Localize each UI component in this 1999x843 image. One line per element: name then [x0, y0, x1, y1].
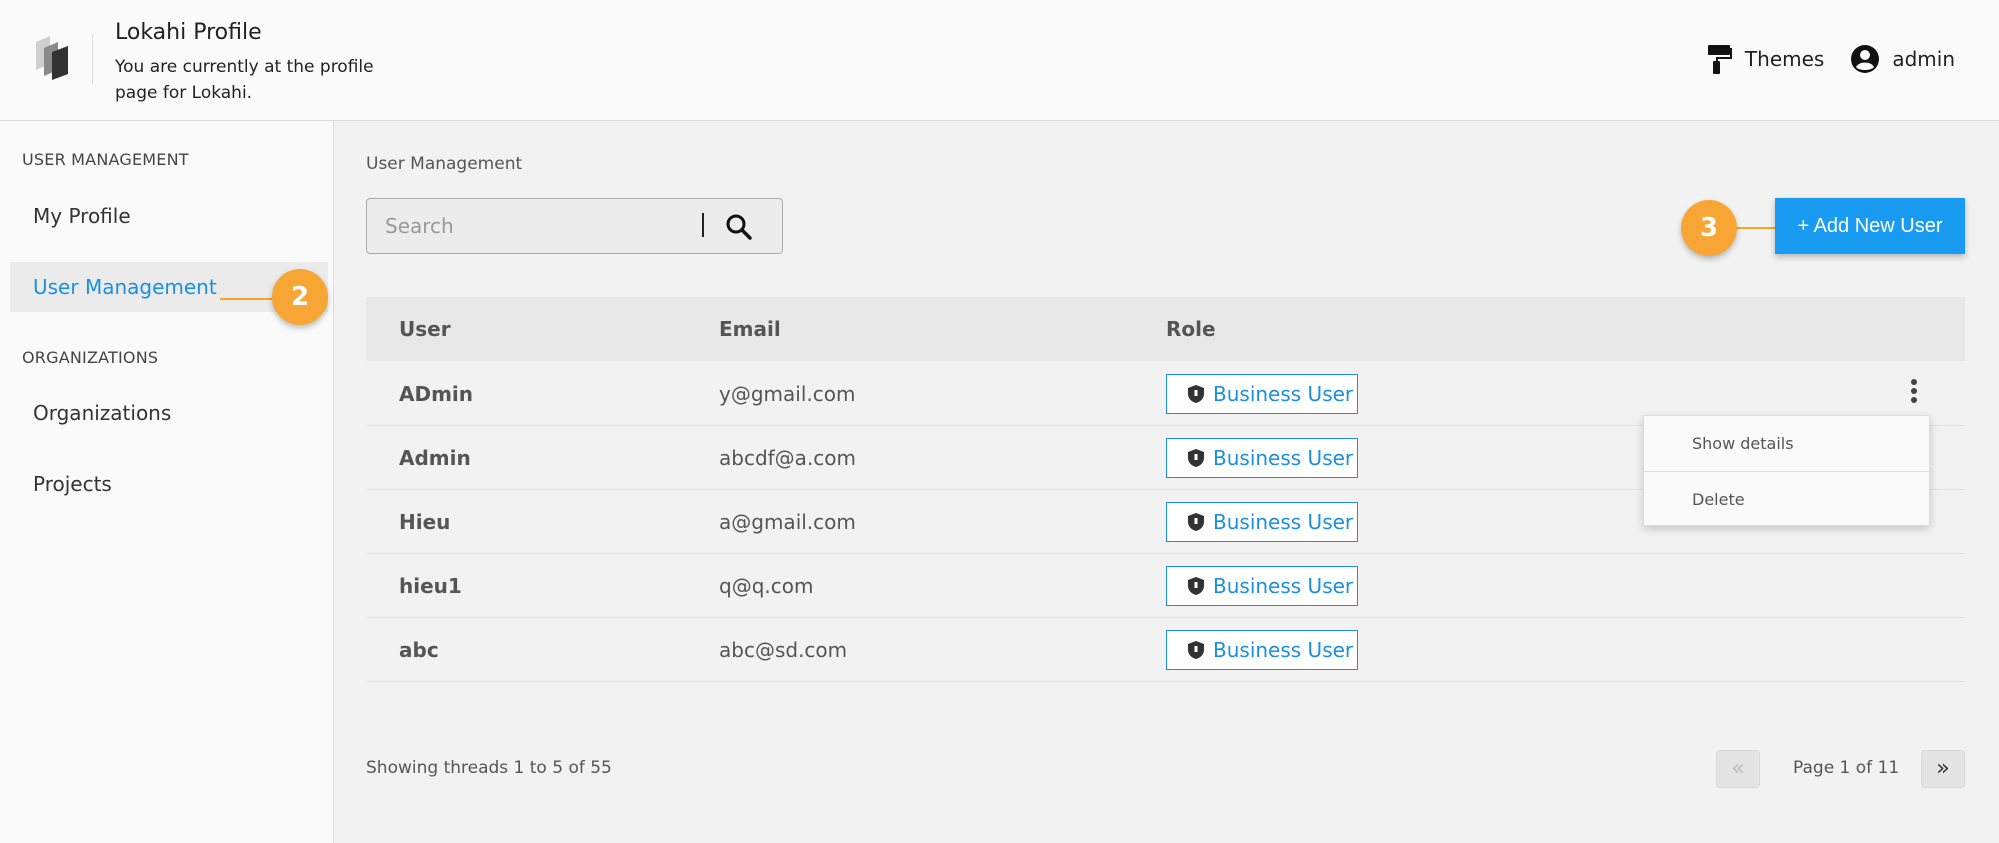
breadcrumb: User Management [366, 154, 523, 174]
app-header: Lokahi Profile You are currently at the … [0, 0, 1999, 121]
search-icon[interactable] [723, 211, 755, 243]
user-label: admin [1892, 47, 1955, 71]
themes-label: Themes [1744, 47, 1825, 71]
pagination-next-button[interactable]: » [1921, 750, 1965, 788]
table-row[interactable]: abc abc@sd.com Business User [366, 618, 1965, 682]
lokahi-logo-icon [36, 36, 68, 80]
email-cell: a@gmail.com [719, 510, 856, 534]
callout-badge-2: 2 [272, 269, 328, 325]
role-badge[interactable]: Business User [1166, 566, 1358, 606]
menu-item-show-details[interactable]: Show details [1644, 416, 1929, 471]
logo-divider [92, 34, 93, 84]
column-header-user[interactable]: User [399, 317, 451, 341]
role-label: Business User [1213, 638, 1354, 662]
sidebar-item-projects[interactable]: Projects [10, 459, 328, 509]
column-header-email[interactable]: Email [719, 317, 781, 341]
results-summary: Showing threads 1 to 5 of 55 [366, 758, 612, 778]
sidebar: USER MANAGEMENT My Profile User Manageme… [0, 121, 334, 843]
menu-item-delete[interactable]: Delete [1644, 471, 1929, 526]
email-cell: y@gmail.com [719, 382, 856, 406]
user-cell: Hieu [399, 510, 451, 534]
role-label: Business User [1213, 446, 1354, 470]
themes-button[interactable]: Themes [1707, 44, 1824, 74]
user-cell: hieu1 [399, 574, 462, 598]
page-subtitle: You are currently at the profile page fo… [115, 57, 374, 103]
user-cell: Admin [399, 446, 471, 470]
role-badge[interactable]: Business User [1166, 630, 1358, 670]
email-cell: abcdf@a.com [719, 446, 857, 470]
shield-icon [1188, 577, 1204, 595]
sidebar-section-organizations: ORGANIZATIONS [22, 348, 159, 367]
add-new-user-button[interactable]: + Add New User [1775, 198, 1965, 254]
search-box [366, 198, 783, 254]
shield-icon [1188, 513, 1204, 531]
user-menu-button[interactable]: admin [1850, 44, 1955, 74]
user-cell: abc [399, 638, 439, 662]
table-row[interactable]: hieu1 q@q.com Business User [366, 554, 1965, 618]
page-title: Lokahi Profile [115, 20, 262, 45]
shield-icon [1188, 449, 1204, 467]
search-input[interactable] [385, 209, 685, 243]
paint-roller-icon [1707, 45, 1732, 74]
row-actions-menu: Show details Delete [1643, 415, 1930, 526]
role-label: Business User [1213, 574, 1354, 598]
role-badge[interactable]: Business User [1166, 374, 1358, 414]
header-actions: Themes admin [1707, 44, 1955, 74]
shield-icon [1188, 641, 1204, 659]
role-badge[interactable]: Business User [1166, 502, 1358, 542]
text-cursor [702, 213, 704, 237]
callout-connector [1733, 227, 1775, 229]
pagination-info: Page 1 of 11 [1793, 758, 1900, 778]
email-cell: q@q.com [719, 574, 814, 598]
user-cell: ADmin [399, 382, 474, 406]
row-actions-kebab-icon[interactable] [1904, 376, 1924, 410]
column-header-role[interactable]: Role [1166, 317, 1216, 341]
sidebar-item-organizations[interactable]: Organizations [10, 388, 328, 438]
sidebar-section-user-management: USER MANAGEMENT [22, 150, 189, 169]
role-label: Business User [1213, 382, 1354, 406]
email-cell: abc@sd.com [719, 638, 848, 662]
role-label: Business User [1213, 510, 1354, 534]
shield-icon [1188, 385, 1204, 403]
callout-badge-3: 3 [1681, 200, 1737, 256]
table-header: User Email Role [366, 297, 1965, 361]
account-circle-icon [1851, 45, 1880, 73]
role-badge[interactable]: Business User [1166, 438, 1358, 478]
callout-connector [220, 298, 272, 300]
pagination-prev-button[interactable]: « [1716, 750, 1760, 788]
sidebar-item-my-profile[interactable]: My Profile [10, 191, 328, 241]
